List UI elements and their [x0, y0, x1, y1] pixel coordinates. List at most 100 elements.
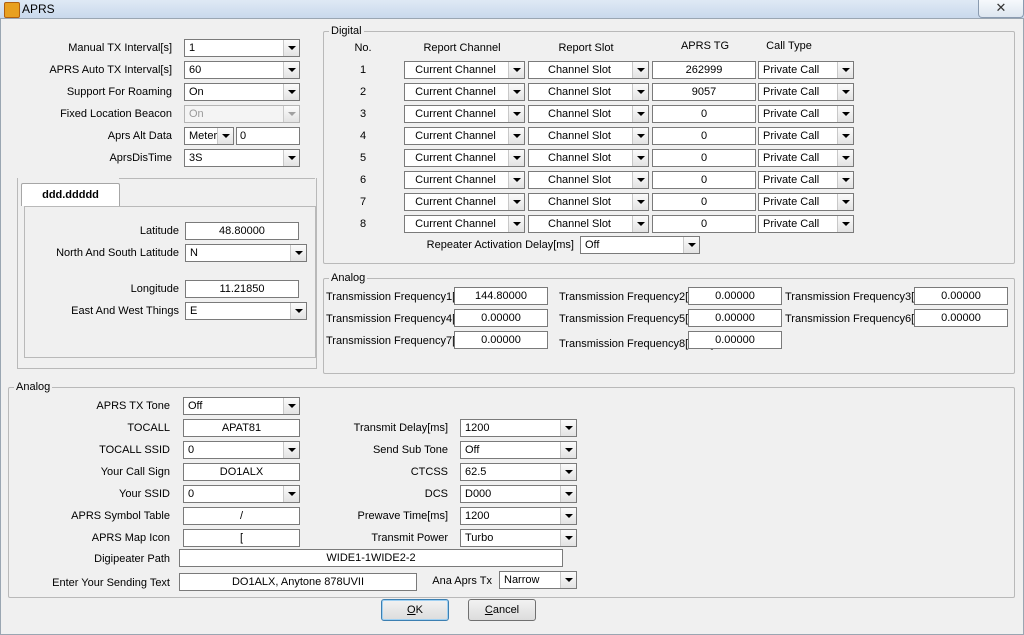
longitude-input[interactable]: 11.21850	[185, 280, 299, 298]
frequency-input[interactable]: 0.00000	[914, 309, 1008, 327]
report-slot-select[interactable]: Channel Slot	[528, 105, 649, 123]
chevron-down-icon	[560, 508, 576, 524]
aprs-tg-input[interactable]: 0	[652, 215, 756, 233]
chevron-down-icon	[508, 106, 524, 122]
report-slot-select[interactable]: Channel Slot	[528, 193, 649, 211]
symbol-table-input[interactable]: /	[183, 507, 300, 525]
chevron-down-icon	[508, 128, 524, 144]
alt-unit-select[interactable]: Meter	[184, 127, 234, 145]
call-type-select[interactable]: Private Call	[758, 215, 854, 233]
report-slot-select[interactable]: Channel Slot	[528, 149, 649, 167]
frequency-input[interactable]: 0.00000	[688, 331, 782, 349]
cancel-button[interactable]: Cancel	[468, 599, 536, 621]
frequency-input[interactable]: 0.00000	[454, 331, 548, 349]
tocall-label: TOCALL	[127, 422, 170, 434]
aprs-tg-input[interactable]: 0	[652, 193, 756, 211]
frequency-input[interactable]: 0.00000	[454, 309, 548, 327]
chevron-down-icon	[508, 216, 524, 232]
aprs-dis-time-select[interactable]: 3S	[184, 149, 300, 167]
col-header-no: No.	[354, 42, 372, 54]
chevron-down-icon	[632, 216, 648, 232]
digital-row-number: 7	[359, 196, 367, 208]
tocall-ssid-select[interactable]: 0	[183, 441, 300, 459]
report-slot-select[interactable]: Channel Slot	[528, 127, 649, 145]
chevron-down-icon	[837, 216, 853, 232]
aprs-tg-input[interactable]: 0	[652, 171, 756, 189]
map-icon-input[interactable]: [	[183, 529, 300, 547]
support-roaming-select[interactable]: On	[184, 83, 300, 101]
call-type-select[interactable]: Private Call	[758, 193, 854, 211]
app-icon	[4, 2, 20, 18]
report-channel-select[interactable]: Current Channel	[404, 61, 525, 79]
ew-longitude-select[interactable]: E	[185, 302, 307, 320]
chevron-down-icon	[632, 62, 648, 78]
latitude-input[interactable]: 48.80000	[185, 222, 299, 240]
tab-ddd-ddddd[interactable]: ddd.ddddd	[21, 183, 120, 206]
report-channel-select[interactable]: Current Channel	[404, 127, 525, 145]
ns-latitude-select[interactable]: N	[185, 244, 307, 262]
report-channel-select[interactable]: Current Channel	[404, 149, 525, 167]
prewave-time-select[interactable]: 1200	[460, 507, 577, 525]
report-slot-select[interactable]: Channel Slot	[528, 61, 649, 79]
report-slot-select[interactable]: Channel Slot	[528, 215, 649, 233]
title-bar	[0, 0, 1024, 19]
send-sub-tone-select[interactable]: Off	[460, 441, 577, 459]
report-channel-select[interactable]: Current Channel	[404, 171, 525, 189]
call-sign-input[interactable]: DO1ALX	[183, 463, 300, 481]
manual-tx-interval-select[interactable]: 1	[184, 39, 300, 57]
report-slot-select[interactable]: Channel Slot	[528, 171, 649, 189]
transmit-power-label: Transmit Power	[371, 532, 448, 544]
frequency-input[interactable]: 0.00000	[914, 287, 1008, 305]
digital-row-number: 1	[359, 64, 367, 76]
aprs-tg-input[interactable]: 262999	[652, 61, 756, 79]
digital-row-number: 4	[359, 130, 367, 142]
digipeater-path-input[interactable]: WIDE1-1WIDE2-2	[179, 549, 563, 567]
call-type-select[interactable]: Private Call	[758, 149, 854, 167]
aprs-tg-input[interactable]: 0	[652, 149, 756, 167]
aprs-tg-input[interactable]: 9057	[652, 83, 756, 101]
call-type-select[interactable]: Private Call	[758, 171, 854, 189]
aprs-tg-input[interactable]: 0	[652, 105, 756, 123]
report-channel-select[interactable]: Current Channel	[404, 193, 525, 211]
frequency-input[interactable]: 0.00000	[688, 287, 782, 305]
frequency-input[interactable]: 144.80000	[454, 287, 548, 305]
chevron-down-icon	[632, 172, 648, 188]
report-channel-select[interactable]: Current Channel	[404, 83, 525, 101]
chevron-down-icon	[217, 128, 233, 144]
ns-latitude-label: North And South Latitude	[56, 247, 179, 259]
col-header-aprs-tg: APRS TG	[680, 40, 730, 52]
chevron-down-icon	[508, 194, 524, 210]
aprs-auto-tx-interval-select[interactable]: 60	[184, 61, 300, 79]
frequency-input[interactable]: 0.00000	[688, 309, 782, 327]
chevron-down-icon	[560, 486, 576, 502]
report-channel-select[interactable]: Current Channel	[404, 215, 525, 233]
report-channel-select[interactable]: Current Channel	[404, 105, 525, 123]
window-title: APRS	[22, 2, 55, 16]
call-type-select[interactable]: Private Call	[758, 61, 854, 79]
chevron-down-icon	[283, 40, 299, 56]
ctcss-select[interactable]: 62.5	[460, 463, 577, 481]
digital-group-title: Digital	[329, 25, 364, 37]
ssid-select[interactable]: 0	[183, 485, 300, 503]
close-icon[interactable]: ✕	[978, 0, 1024, 18]
call-type-select[interactable]: Private Call	[758, 127, 854, 145]
ana-aprs-tx-select[interactable]: Narrow	[499, 571, 577, 589]
tocall-input[interactable]: APAT81	[183, 419, 300, 437]
call-type-select[interactable]: Private Call	[758, 83, 854, 101]
fixed-location-beacon-label: Fixed Location Beacon	[60, 108, 172, 120]
sending-text-input[interactable]: DO1ALX, Anytone 878UVII	[179, 573, 417, 591]
call-sign-label: Your Call Sign	[100, 466, 170, 478]
prewave-time-label: Prewave Time[ms]	[357, 510, 448, 522]
call-type-select[interactable]: Private Call	[758, 105, 854, 123]
alt-value-input[interactable]: 0	[236, 127, 300, 145]
ok-button[interactable]: OK	[381, 599, 449, 621]
chevron-down-icon	[283, 442, 299, 458]
col-header-report-channel: Report Channel	[423, 42, 501, 54]
report-slot-select[interactable]: Channel Slot	[528, 83, 649, 101]
transmit-power-select[interactable]: Turbo	[460, 529, 577, 547]
dcs-select[interactable]: D000	[460, 485, 577, 503]
aprs-tx-tone-select[interactable]: Off	[183, 397, 300, 415]
transmit-delay-select[interactable]: 1200	[460, 419, 577, 437]
aprs-tg-input[interactable]: 0	[652, 127, 756, 145]
repeater-delay-select[interactable]: Off	[580, 236, 700, 254]
